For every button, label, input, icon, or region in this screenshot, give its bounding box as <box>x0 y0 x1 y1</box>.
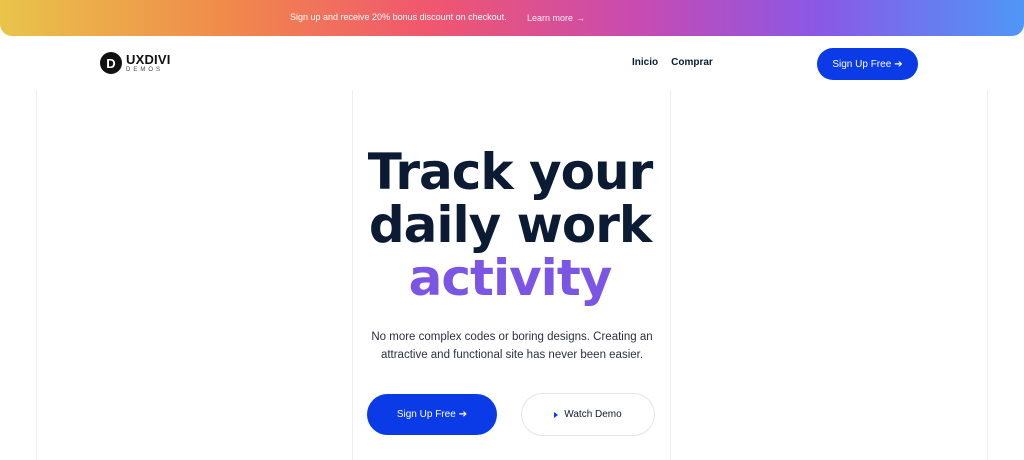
announcement-bar: Sign up and receive 20% bonus discount o… <box>0 0 1024 36</box>
announcement-text: Sign up and receive 20% bonus discount o… <box>290 12 507 22</box>
nav-item-comprar[interactable]: Comprar <box>671 57 713 68</box>
hero-subtitle: No more complex codes or boring designs.… <box>371 331 653 361</box>
learn-more-label: Learn more <box>527 13 574 23</box>
arrow-right-icon: ➔ <box>894 58 903 70</box>
learn-more-link[interactable]: Learn more → <box>527 13 585 23</box>
logo-name: UXDIVI <box>126 52 171 67</box>
logo[interactable]: D UXDIVI DEMOS <box>100 52 171 74</box>
logo-text: UXDIVI DEMOS <box>126 53 171 73</box>
hero-title-line2: daily work <box>368 196 652 254</box>
main-nav: Inicio Comprar <box>632 57 713 68</box>
arrow-right-icon: → <box>576 13 586 23</box>
header-signup-button[interactable]: Sign Up Free ➔ <box>817 48 918 80</box>
header-signup-label: Sign Up Free <box>832 58 892 70</box>
site-header: D UXDIVI DEMOS Inicio Comprar Sign Up Fr… <box>0 36 1024 90</box>
hero-title-accent: activity <box>408 249 613 307</box>
logo-subtitle: DEMOS <box>126 67 164 73</box>
arrow-right-icon: ➔ <box>458 409 468 420</box>
guide-line <box>36 90 37 460</box>
logo-mark-icon: D <box>100 52 122 74</box>
watch-demo-label: Watch Demo <box>564 409 622 420</box>
hero-title-line1: Track your <box>367 143 654 201</box>
hero-signup-label: Sign Up Free <box>396 409 456 420</box>
nav-item-inicio[interactable]: Inicio <box>632 57 658 68</box>
hero-signup-button[interactable]: Sign Up Free ➔ <box>367 394 497 435</box>
play-icon <box>554 411 559 418</box>
watch-demo-button[interactable]: Watch Demo <box>521 393 655 436</box>
hero-title: Track your daily work activity <box>300 146 720 305</box>
guide-line <box>987 90 988 460</box>
